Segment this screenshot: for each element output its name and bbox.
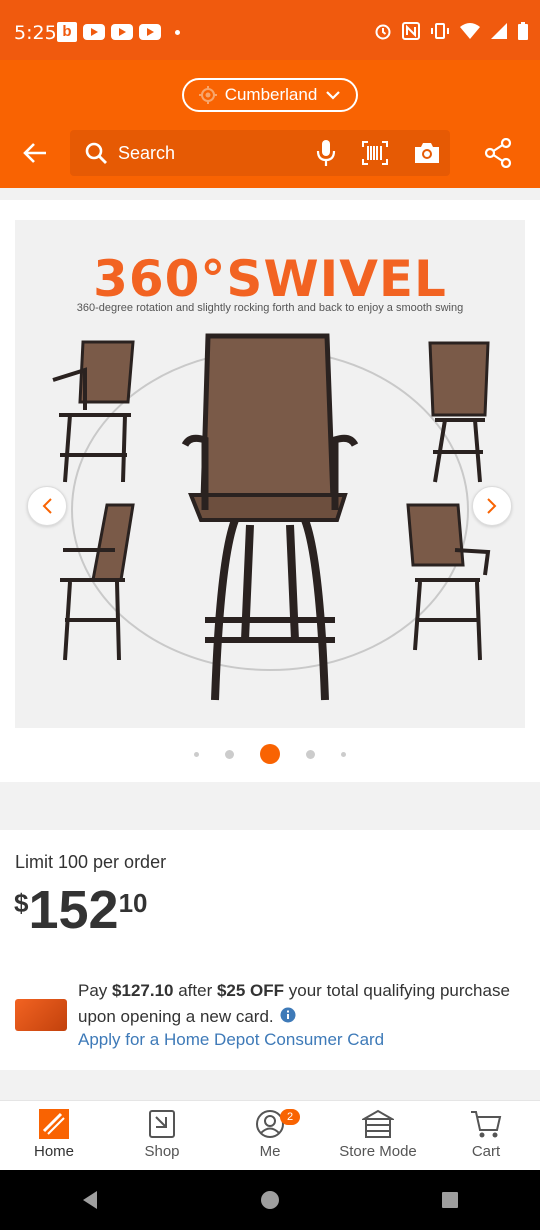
- notification-icons: b: [57, 22, 180, 42]
- back-arrow-icon[interactable]: [22, 140, 48, 166]
- carousel-dot[interactable]: [194, 751, 199, 757]
- nav-shop[interactable]: Shop: [108, 1101, 216, 1170]
- clock: 5:25: [14, 22, 57, 44]
- product-gallery: 360°SWIVEL 360-degree rotation and sligh…: [0, 200, 540, 782]
- store-icon: [362, 1109, 394, 1138]
- next-image-button[interactable]: [472, 486, 512, 526]
- price-symbol: $: [14, 888, 29, 918]
- price-section: Limit 100 per order $ 152 10 Pay $127.10…: [0, 830, 540, 1070]
- chevron-left-icon: [42, 498, 52, 514]
- nav-label: Shop: [144, 1143, 180, 1160]
- store-selector[interactable]: Cumberland: [182, 78, 358, 112]
- vibrate-icon: [431, 23, 449, 39]
- product-image[interactable]: 360°SWIVEL 360-degree rotation and sligh…: [15, 220, 525, 728]
- system-navigation: [0, 1170, 540, 1230]
- nav-label: Home: [33, 1143, 74, 1160]
- carousel-dot[interactable]: [225, 749, 234, 759]
- system-icons: [374, 22, 528, 40]
- search-input[interactable]: [118, 142, 298, 164]
- nav-store-mode[interactable]: Store Mode: [324, 1101, 432, 1170]
- promo-pay: Pay: [78, 981, 113, 1000]
- nav-label: Me: [259, 1143, 281, 1160]
- search-icon: [85, 142, 107, 164]
- price-cents: 10: [118, 888, 148, 918]
- shop-icon: [149, 1110, 175, 1138]
- carousel-dot-active[interactable]: [260, 744, 280, 764]
- home-depot-logo: [39, 1109, 69, 1139]
- notification-badge: 2: [280, 1109, 300, 1125]
- price-dollars: 152: [28, 880, 119, 940]
- camera-icon[interactable]: [414, 142, 440, 164]
- bottom-navigation: Home Shop 2 Me Store Mode Cart: [0, 1100, 540, 1170]
- more-notifications-dot: [175, 29, 180, 35]
- section-divider: [0, 782, 540, 830]
- consumer-card-image: [15, 999, 67, 1031]
- recents-square-icon[interactable]: [439, 1189, 461, 1211]
- store-name: Cumberland: [224, 85, 318, 104]
- prev-image-button[interactable]: [27, 486, 67, 526]
- credit-promo-text: Pay $127.10 after $25 OFF your total qua…: [78, 978, 528, 1030]
- promo-after: after: [173, 981, 217, 1000]
- nav-label: Store Mode: [339, 1143, 417, 1160]
- signal-icon: [491, 23, 507, 39]
- promo-discount: $25 OFF: [216, 981, 285, 1000]
- promo-amount: $127.10: [112, 981, 174, 1000]
- carousel-indicators: [0, 744, 540, 764]
- nav-label: Cart: [471, 1143, 501, 1160]
- microphone-icon[interactable]: [316, 139, 336, 167]
- nfc-icon: [402, 22, 420, 40]
- youtube-icon: [83, 24, 105, 40]
- youtube-icon: [139, 24, 161, 40]
- home-circle-icon[interactable]: [259, 1189, 281, 1211]
- nav-me[interactable]: 2 Me: [216, 1101, 324, 1170]
- carousel-dot[interactable]: [306, 749, 315, 759]
- status-bar: 5:25 b: [0, 0, 540, 60]
- youtube-icon: [111, 24, 133, 40]
- cart-icon: [471, 1111, 502, 1138]
- alarm-icon: [375, 24, 391, 40]
- nav-cart[interactable]: Cart: [432, 1101, 540, 1170]
- b-app-icon: b: [57, 22, 77, 42]
- product-price: $ 152 10: [14, 880, 148, 940]
- info-icon[interactable]: [280, 1007, 296, 1023]
- carousel-dot[interactable]: [341, 751, 346, 757]
- apply-card-link[interactable]: Apply for a Home Depot Consumer Card: [78, 1030, 384, 1050]
- wifi-icon: [460, 23, 480, 39]
- share-icon[interactable]: [484, 138, 512, 168]
- back-triangle-icon[interactable]: [79, 1189, 101, 1211]
- order-limit: Limit 100 per order: [15, 852, 167, 872]
- nav-home[interactable]: Home: [0, 1101, 108, 1170]
- barcode-scan-icon[interactable]: [362, 141, 388, 165]
- battery-icon: [518, 22, 528, 40]
- search-bar[interactable]: [70, 130, 450, 176]
- app-header: Cumberland: [0, 60, 540, 188]
- bar-stool-illustration: [52, 333, 491, 701]
- chevron-down-icon: [326, 91, 341, 100]
- location-target-icon: [198, 86, 217, 104]
- chevron-right-icon: [487, 498, 497, 514]
